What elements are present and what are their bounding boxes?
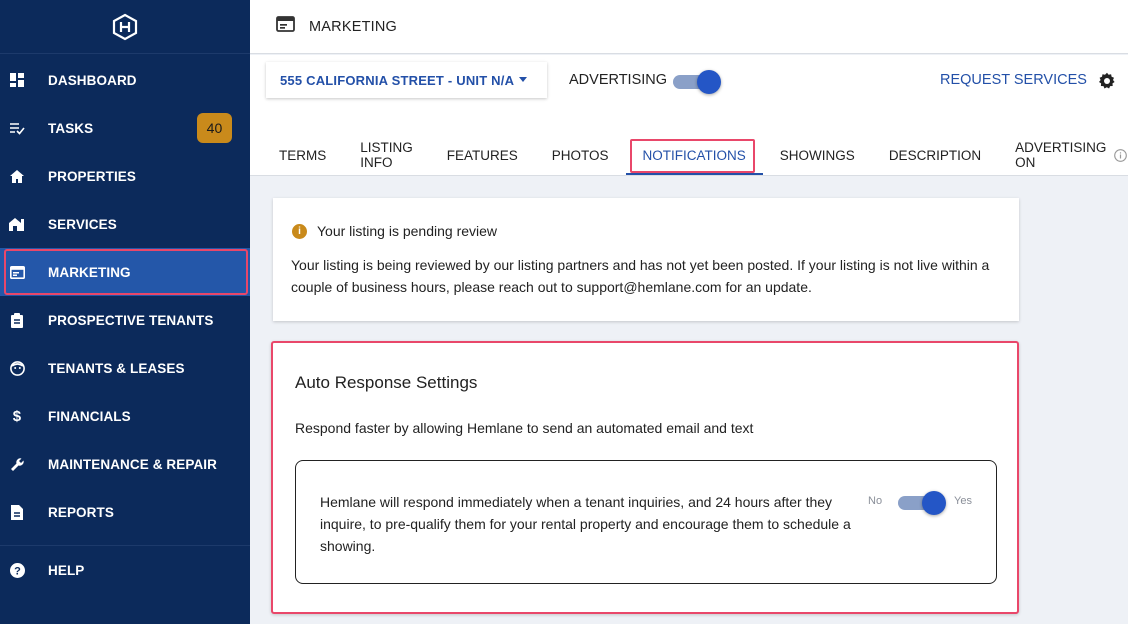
advertising-toggle[interactable]: [673, 70, 721, 94]
svg-text:?: ?: [14, 565, 21, 577]
marketing-window-icon: [276, 16, 295, 37]
help-icon: ?: [9, 562, 25, 578]
sidebar-item-label: DASHBOARD: [48, 72, 137, 88]
pending-review-title: Your listing is pending review: [317, 223, 498, 239]
auto-response-setting-box: Hemlane will respond immediately when a …: [295, 460, 997, 584]
tab-description[interactable]: DESCRIPTION: [872, 135, 998, 175]
info-icon[interactable]: [1114, 148, 1128, 162]
document-icon: [9, 504, 25, 520]
clipboard-icon: [9, 312, 25, 328]
sidebar-item-label: PROSPECTIVE TENANTS: [48, 312, 214, 328]
auto-response-toggle[interactable]: [898, 491, 946, 515]
yes-label: Yes: [954, 495, 972, 507]
sidebar: DASHBOARD TASKS 40 PROPERTIES SERVICES M…: [0, 0, 250, 624]
sidebar-item-dashboard[interactable]: DASHBOARD: [0, 56, 250, 104]
sidebar-item-label: MAINTENANCE & REPAIR: [48, 456, 218, 472]
no-label: No: [868, 495, 883, 507]
sidebar-item-maintenance-repair[interactable]: MAINTENANCE & REPAIR: [0, 440, 250, 488]
tab-features[interactable]: FEATURES: [430, 135, 535, 175]
sidebar-item-tenants-leases[interactable]: TENANTS & LEASES: [0, 344, 250, 392]
gear-icon[interactable]: [1098, 72, 1116, 90]
sidebar-item-help[interactable]: ? HELP: [0, 546, 250, 594]
sidebar-nav: DASHBOARD TASKS 40 PROPERTIES SERVICES M…: [0, 54, 250, 594]
listing-tabs: TERMS LISTING INFO FEATURES PHOTOS NOTIF…: [250, 135, 1128, 175]
wrench-icon: [9, 456, 25, 472]
sidebar-item-label: SERVICES: [48, 216, 117, 232]
sidebar-item-financials[interactable]: $ FINANCIALS: [0, 392, 250, 440]
sidebar-item-label: PROPERTIES: [48, 168, 137, 184]
pending-review-card: i Your listing is pending review Your li…: [273, 198, 1019, 321]
sidebar-item-label: HELP: [48, 562, 85, 578]
marketing-icon: [9, 264, 25, 280]
info-icon: i: [292, 223, 307, 239]
pending-review-header: i Your listing is pending review: [292, 223, 497, 239]
dollar-icon: $: [12, 407, 22, 425]
pending-review-message: Your listing is being reviewed by our li…: [291, 257, 990, 295]
tab-showings[interactable]: SHOWINGS: [763, 135, 872, 175]
sidebar-item-label: TENANTS & LEASES: [48, 360, 185, 376]
tenant-face-icon: [9, 360, 25, 376]
advertising-label: ADVERTISING: [569, 72, 668, 88]
tab-label: ADVERTISING ON: [1015, 140, 1107, 170]
toggle-knob: [697, 70, 721, 94]
property-select[interactable]: 555 CALIFORNIA STREET - UNIT N/A: [266, 62, 547, 98]
page-title: MARKETING: [309, 18, 397, 35]
tasks-count-badge: 40: [197, 113, 232, 143]
auto-response-card: Auto Response Settings Respond faster by…: [271, 341, 1019, 614]
tab-terms[interactable]: TERMS: [250, 135, 343, 175]
request-services-link[interactable]: REQUEST SERVICES: [940, 72, 1087, 88]
tab-listing-info[interactable]: LISTING INFO: [343, 135, 430, 175]
tasks-icon: [9, 120, 25, 136]
sidebar-item-tasks[interactable]: TASKS 40: [0, 104, 250, 152]
sidebar-item-label: TASKS: [48, 120, 94, 136]
tab-advertising-on[interactable]: ADVERTISING ON: [998, 135, 1128, 175]
auto-response-setting-text: Hemlane will respond immediately when a …: [320, 494, 851, 554]
hemlane-logo-icon: [112, 13, 138, 40]
hemlane-logo[interactable]: [0, 0, 250, 54]
listing-toolbar: 555 CALIFORNIA STREET - UNIT N/A ADVERTI…: [250, 55, 1128, 176]
sidebar-item-label: MARKETING: [48, 264, 131, 280]
sidebar-item-marketing[interactable]: MARKETING: [0, 248, 250, 296]
services-icon: [9, 216, 25, 232]
auto-response-description: Respond faster by allowing Hemlane to se…: [295, 420, 754, 436]
sidebar-item-properties[interactable]: PROPERTIES: [0, 152, 250, 200]
tab-notifications[interactable]: NOTIFICATIONS: [625, 135, 764, 175]
tab-photos[interactable]: PHOTOS: [535, 135, 626, 175]
dashboard-icon: [9, 72, 25, 88]
sidebar-item-label: FINANCIALS: [48, 408, 131, 424]
home-icon: [9, 168, 25, 184]
sidebar-item-prospective-tenants[interactable]: PROSPECTIVE TENANTS: [0, 296, 250, 344]
property-select-value: 555 CALIFORNIA STREET - UNIT N/A: [280, 72, 515, 88]
sidebar-item-reports[interactable]: REPORTS: [0, 488, 250, 536]
sidebar-item-label: REPORTS: [48, 504, 114, 520]
page-header: MARKETING: [250, 0, 1128, 54]
sidebar-item-services[interactable]: SERVICES: [0, 200, 250, 248]
toggle-knob: [922, 491, 946, 515]
auto-response-title: Auto Response Settings: [295, 373, 478, 392]
chevron-down-icon: [519, 77, 527, 82]
